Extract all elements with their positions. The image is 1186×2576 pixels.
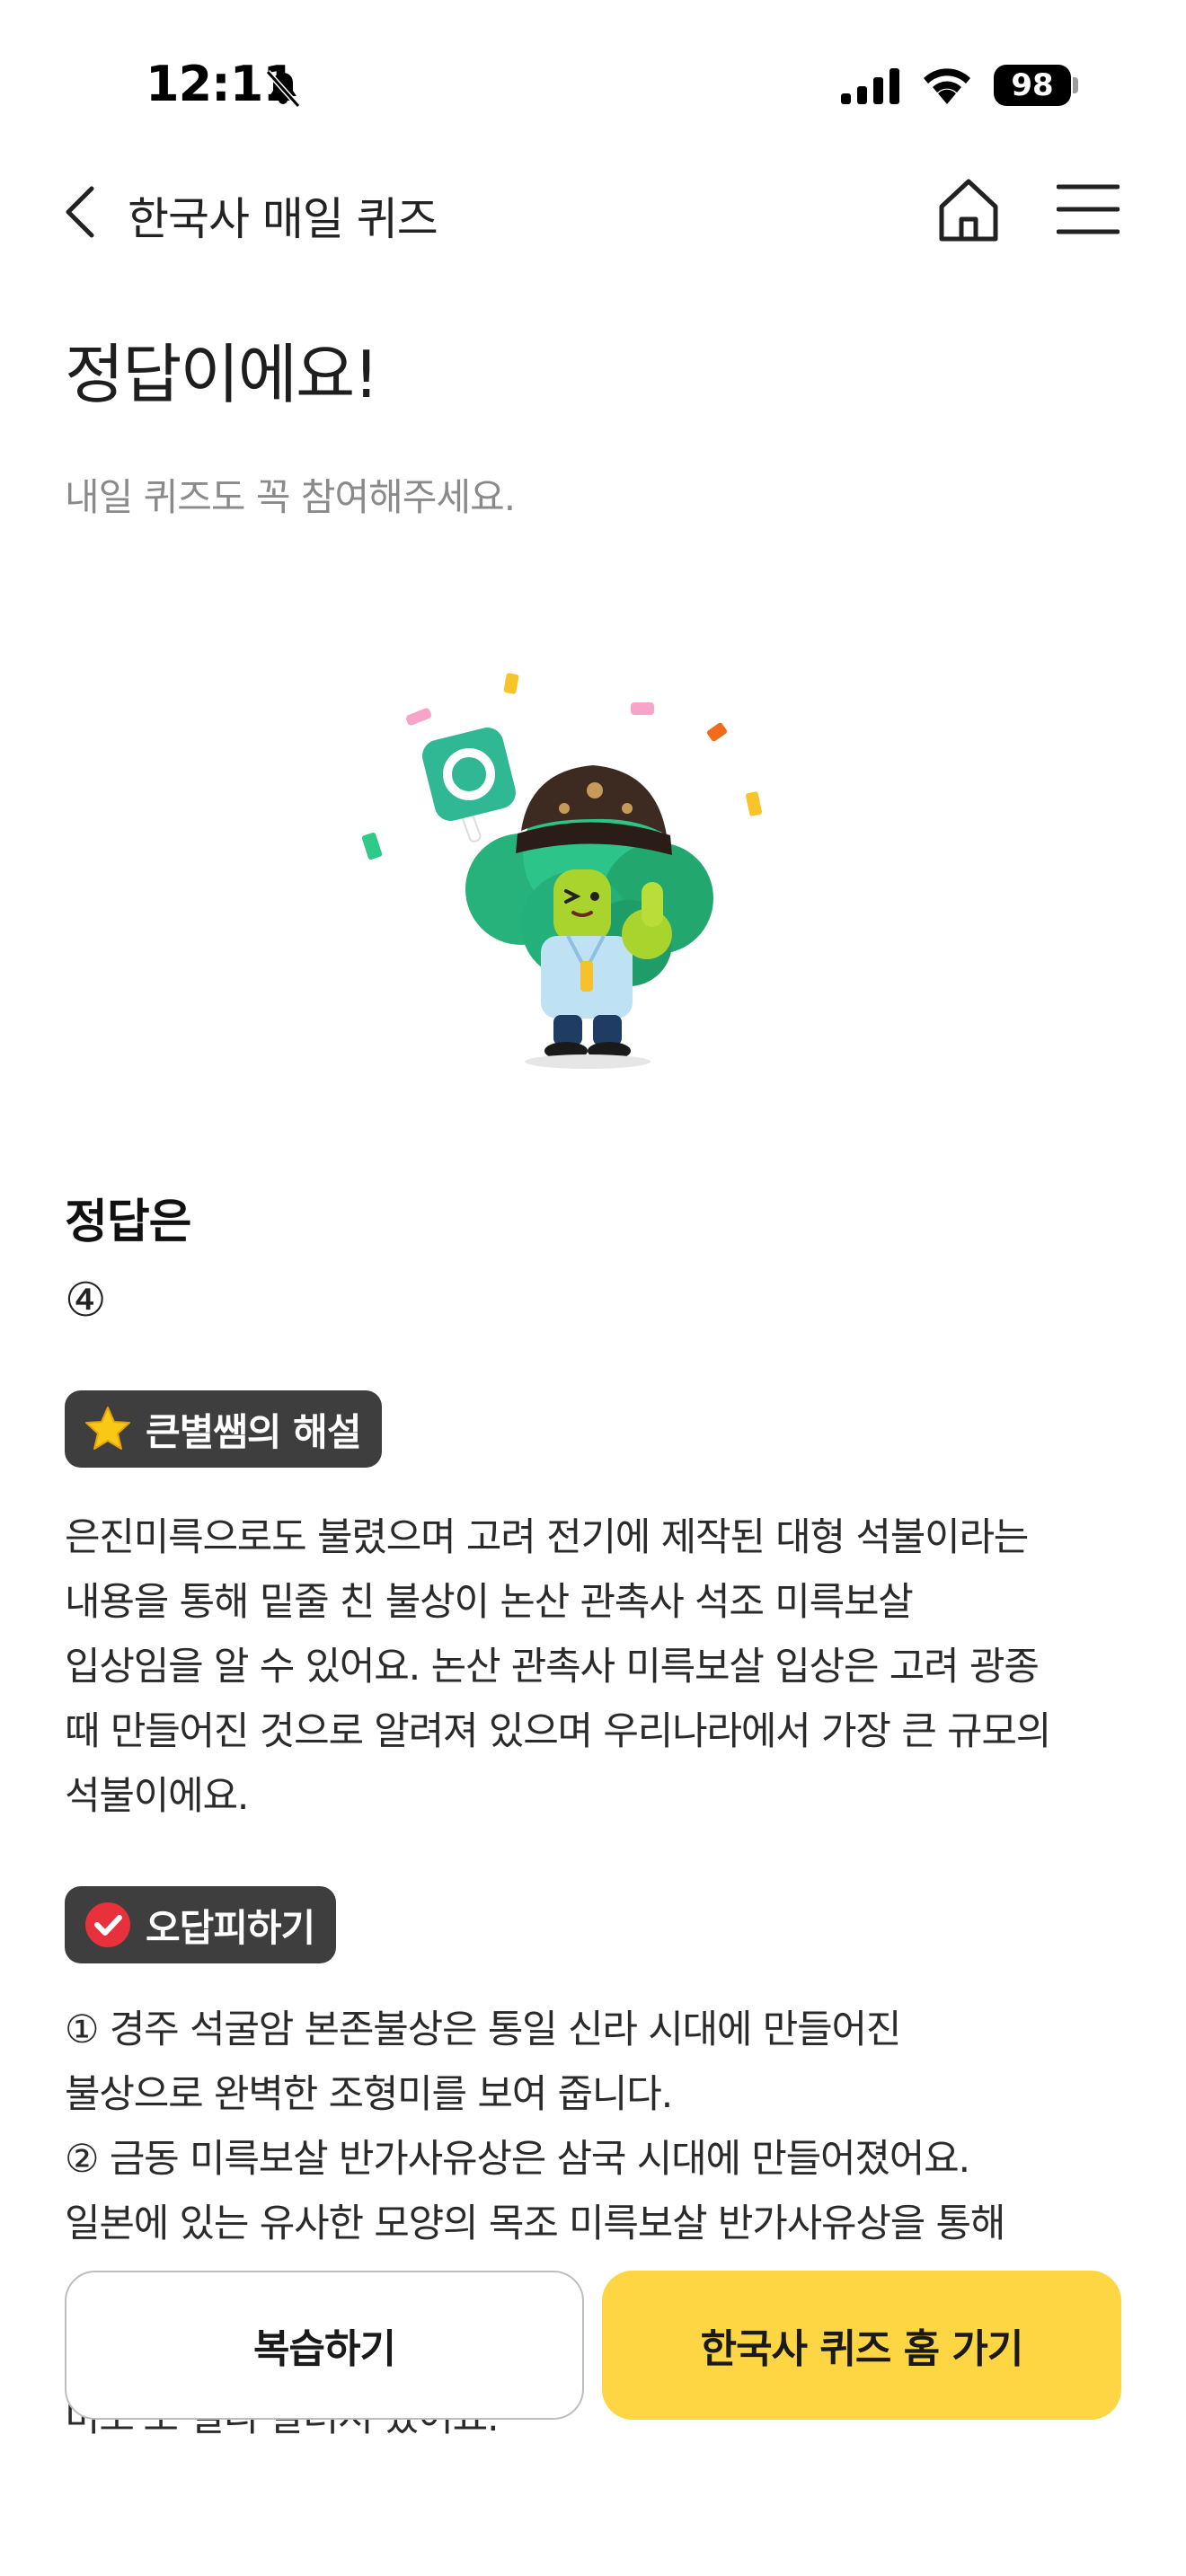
bell-off-icon: [265, 69, 301, 109]
quiz-result-page: 12:11 98 한국사 매일 퀴즈 정답이에요! 내일 퀴즈도 꼭 참여해주세…: [0, 0, 1186, 2576]
explanation-badge: 큰별쌤의 해설: [65, 1390, 383, 1468]
signal-icon: [841, 68, 899, 104]
explanation-line: 내용을 통해 밑줄 친 불상이 논산 관촉사 석조 미륵보살: [65, 1580, 914, 1625]
wrong-answers-badge: 오답피하기: [65, 1886, 337, 1963]
result-subtitle: 내일 퀴즈도 꼭 참여해주세요.: [65, 475, 516, 519]
check-circle-icon: [85, 1902, 130, 1947]
result-title: 정답이에요!: [65, 337, 379, 412]
wrong-answers-line: 불상으로 완벽한 조형미를 보여 줍니다.: [65, 2072, 673, 2117]
wrong-answers-badge-label: 오답피하기: [146, 1905, 315, 1950]
explanation-text: 은진미륵으로도 불렸으며 고려 전기에 제작된 대형 석불이라는 내용을 통해 …: [65, 1505, 1134, 1829]
explanation-line: 석불이에요.: [65, 1774, 249, 1819]
wrong-answers-line: ② 금동 미륵보살 반가사유상은 삼국 시대에 만들어졌어요.: [65, 2137, 970, 2182]
menu-icon[interactable]: [1057, 181, 1120, 237]
nav-title: 한국사 매일 퀴즈: [128, 193, 438, 245]
explanation-line: 은진미륵으로도 불렸으며 고려 전기에 제작된 대형 석불이라는: [65, 1515, 1029, 1560]
explanation-line: 입상임을 알 수 있어요. 논산 관촉사 미륵보살 입상은 고려 광종: [65, 1645, 1040, 1689]
chevron-left-icon[interactable]: [61, 183, 101, 241]
explanation-badge-label: 큰별쌤의 해설: [146, 1409, 361, 1454]
wrong-answers-line: ① 경주 석굴암 본존불상은 통일 신라 시대에 만들어진: [65, 2007, 901, 2052]
wrong-answers-line: 일본에 있는 유사한 모양의 목조 미륵보살 반가사유상을 통해: [65, 2201, 1005, 2246]
battery-tip: [1073, 77, 1078, 93]
wifi-icon: [924, 68, 970, 104]
review-button[interactable]: 복습하기: [65, 2271, 584, 2420]
answer-heading: 정답은: [65, 1195, 192, 1249]
explanation-line: 때 만들어진 것으로 알려져 있으며 우리나라에서 가장 큰 규모의: [65, 1709, 1051, 1754]
battery-icon: 98: [994, 65, 1071, 106]
go-quiz-home-button[interactable]: 한국사 퀴즈 홈 가기: [602, 2271, 1121, 2420]
status-bar: 12:11 98: [0, 0, 1186, 153]
celebrating-mascot-illustration: [361, 673, 762, 1069]
home-icon[interactable]: [934, 174, 1003, 246]
nav-bar: 한국사 매일 퀴즈: [0, 162, 1186, 260]
star-icon: [85, 1407, 130, 1450]
answer-value: ④: [65, 1274, 107, 1328]
